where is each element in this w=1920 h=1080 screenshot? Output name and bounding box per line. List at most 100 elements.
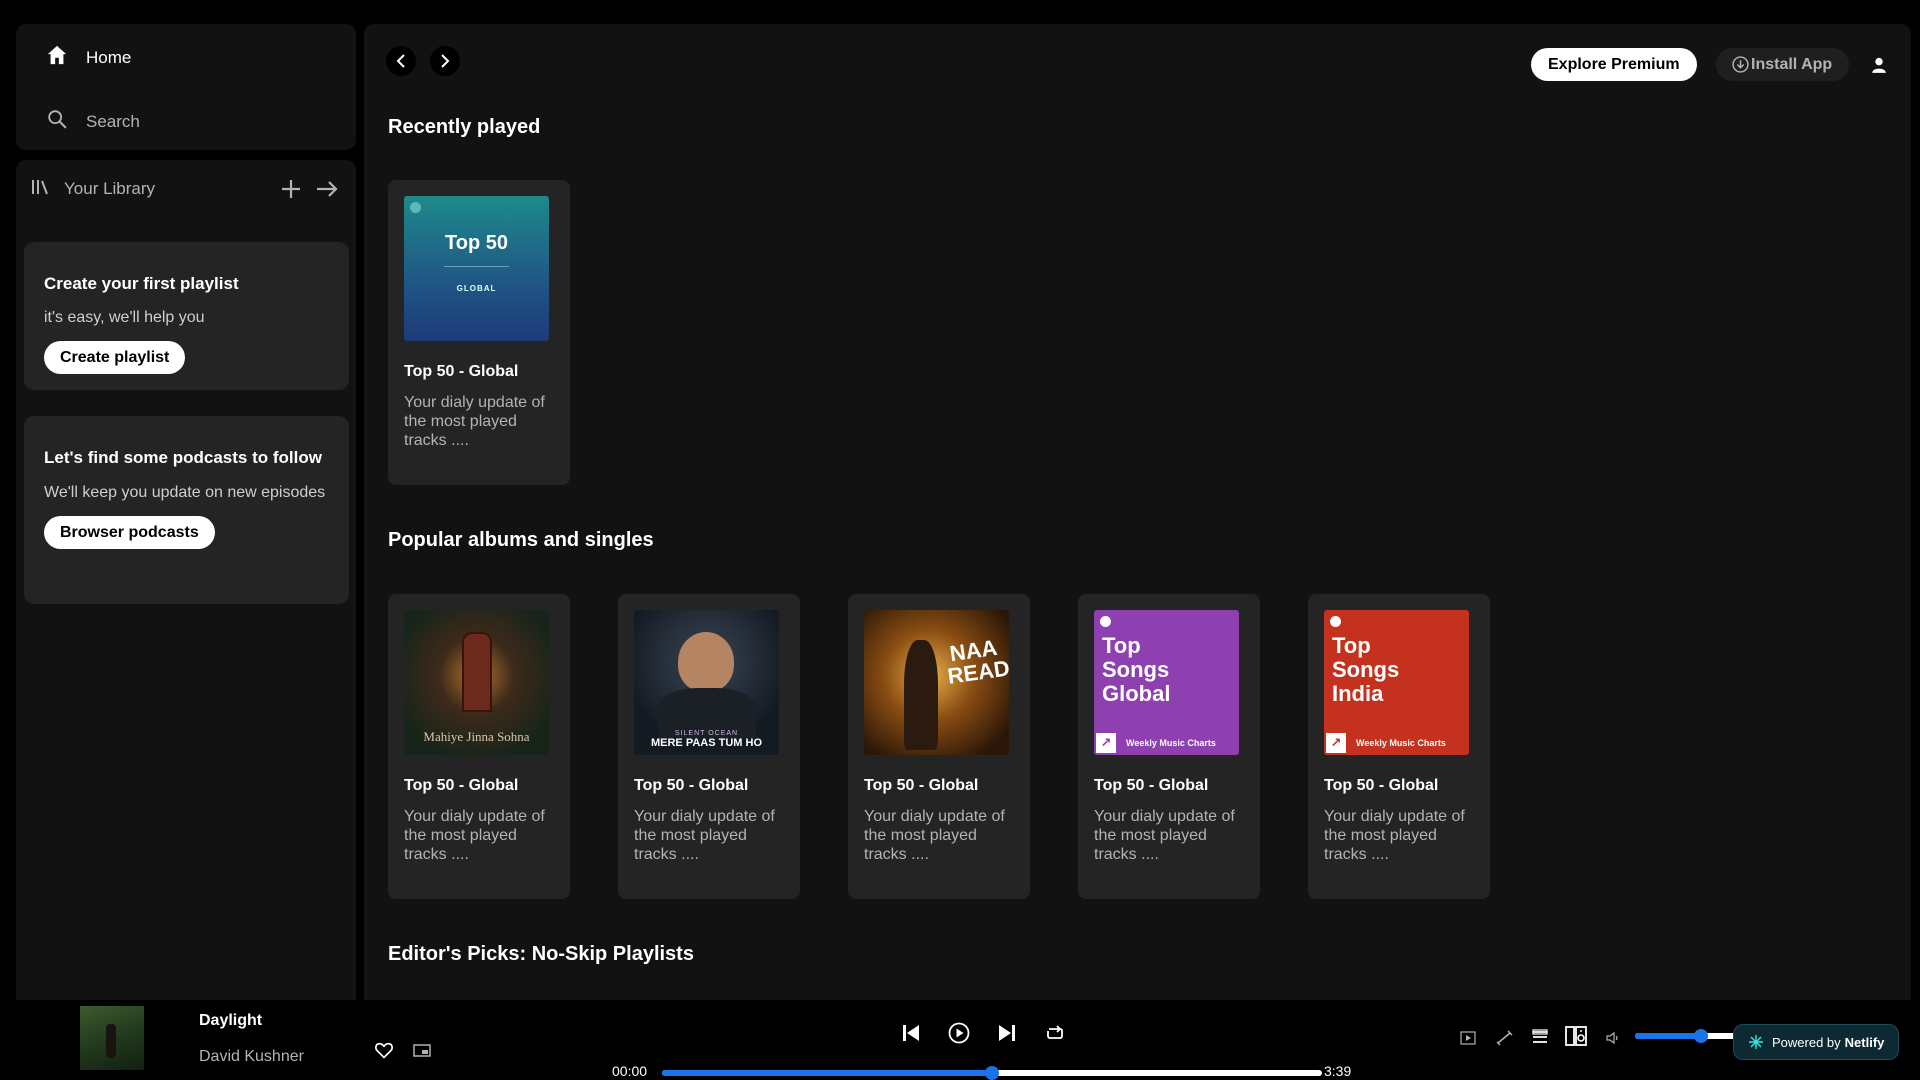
- card-description: Your dialy update of the most played tra…: [634, 808, 775, 863]
- figure-art: [904, 640, 938, 750]
- cover-subtitle: GLOBAL: [456, 284, 497, 293]
- install-app-label: Install App: [1751, 56, 1833, 73]
- album-cover: SILENT OCEAN MERE PAAS TUM HO: [634, 610, 779, 755]
- create-playlist-title: Create your first playlist: [44, 274, 239, 293]
- library-header: Your Library: [30, 174, 348, 204]
- card-description: Your dialy update of the most played tra…: [864, 808, 1005, 863]
- section-editors-picks: Editor's Picks: No-Skip Playlists: [388, 943, 694, 965]
- create-playlist-button[interactable]: Create playlist: [44, 341, 186, 374]
- volume-handle[interactable]: [1694, 1029, 1708, 1043]
- progress-handle[interactable]: [985, 1066, 999, 1080]
- explore-premium-button[interactable]: Explore Premium: [1531, 48, 1697, 81]
- netlify-logo-icon: [1749, 1035, 1763, 1049]
- spotify-logo-icon: [410, 202, 421, 213]
- cover-text: MERE PAAS TUM HO: [650, 737, 763, 749]
- chevron-right-icon: [441, 54, 450, 68]
- portrait-art: [678, 632, 734, 692]
- card-title: Top 50 - Global: [1324, 777, 1439, 794]
- queue-icon[interactable]: [1526, 1024, 1554, 1050]
- next-icon[interactable]: [994, 1020, 1020, 1046]
- album-card[interactable]: Mahiye Jinna Sohna Top 50 - Global Your …: [388, 594, 570, 899]
- album-card[interactable]: Top Songs India ↗ Weekly Music Charts To…: [1308, 594, 1490, 899]
- album-card[interactable]: Top Songs Global ↗ Weekly Music Charts T…: [1078, 594, 1260, 899]
- card-description: Your dialy update of the most played tra…: [1324, 808, 1465, 863]
- cover-title: Top 50: [445, 232, 508, 254]
- now-playing-title[interactable]: Daylight: [199, 1012, 262, 1030]
- album-cover: Mahiye Jinna Sohna: [404, 610, 549, 755]
- cover-subtitle: Weekly Music Charts: [1356, 738, 1446, 748]
- card-title: Top 50 - Global: [634, 777, 749, 794]
- repeat-icon[interactable]: [1042, 1020, 1068, 1046]
- browse-podcasts-button[interactable]: Browser podcasts: [44, 516, 215, 549]
- picture-in-picture-icon[interactable]: [410, 1039, 434, 1061]
- netlify-badge-brand: Netlify: [1844, 1034, 1885, 1050]
- card-title: Top 50 - Global: [1094, 777, 1209, 794]
- recent-card[interactable]: Top 50 GLOBAL Top 50 - Global Your dialy…: [388, 180, 570, 485]
- link-icon[interactable]: [1491, 1026, 1517, 1050]
- now-playing-cover[interactable]: [80, 1006, 144, 1070]
- cover-text: Top Songs India: [1332, 633, 1400, 706]
- plus-icon[interactable]: [278, 174, 304, 209]
- heart-icon[interactable]: [372, 1038, 396, 1062]
- podcasts-text: We'll keep you update on new episodes: [44, 484, 326, 501]
- section-popular-albums: Popular albums and singles: [388, 529, 654, 551]
- elapsed-time: 00:00: [612, 1063, 648, 1079]
- album-card[interactable]: NAA READY Top 50 - Global Your dialy upd…: [848, 594, 1030, 899]
- user-button[interactable]: [1864, 50, 1894, 80]
- netlify-badge[interactable]: Powered by Netlify: [1733, 1024, 1900, 1060]
- section-recently-played: Recently played: [388, 116, 541, 138]
- devices-icon[interactable]: [1562, 1022, 1590, 1050]
- search-icon: [46, 108, 68, 135]
- user-icon: [1872, 57, 1886, 73]
- nav-home-label: Home: [86, 47, 132, 67]
- cover-figure-art: [106, 1024, 116, 1058]
- create-playlist-card: Create your first playlist it's easy, we…: [24, 242, 349, 390]
- main-content: Explore Premium Install App Recently pla…: [364, 24, 1911, 1000]
- chart-arrow-icon: ↗: [1326, 733, 1346, 753]
- nav-home[interactable]: Home: [46, 44, 131, 71]
- cover-text: NAA READY: [946, 634, 1009, 689]
- netlify-badge-prefix: Powered by: [1772, 1034, 1841, 1050]
- install-app-button[interactable]: Install App: [1716, 48, 1850, 81]
- arrow-right-icon[interactable]: [314, 174, 340, 209]
- album-card[interactable]: SILENT OCEAN MERE PAAS TUM HO Top 50 - G…: [618, 594, 800, 899]
- podcasts-card: Let's find some podcasts to follow We'll…: [24, 416, 349, 604]
- forward-button[interactable]: [430, 46, 460, 76]
- phone-booth-art: [462, 632, 492, 712]
- album-cover: Top 50 GLOBAL: [404, 196, 549, 341]
- lyrics-icon[interactable]: [1455, 1026, 1481, 1050]
- cover-footer: ↗ Weekly Music Charts: [1324, 731, 1469, 755]
- previous-icon[interactable]: [898, 1020, 924, 1046]
- card-title: Top 50 - Global: [404, 777, 519, 794]
- now-playing-artist[interactable]: David Kushner: [199, 1048, 304, 1066]
- nav-search[interactable]: Search: [46, 108, 140, 135]
- volume-icon[interactable]: [1600, 1026, 1626, 1050]
- library-icon[interactable]: [30, 177, 50, 202]
- library-label[interactable]: Your Library: [64, 179, 155, 199]
- podcasts-title: Let's find some podcasts to follow: [44, 448, 322, 467]
- progress-fill: [662, 1070, 992, 1076]
- library-panel: Your Library Create your first playlist …: [16, 160, 356, 1000]
- card-description: Your dialy update of the most played tra…: [1094, 808, 1235, 863]
- play-icon[interactable]: [946, 1020, 972, 1046]
- card-description: Your dialy update of the most played tra…: [404, 394, 545, 449]
- album-cover: NAA READY: [864, 610, 1009, 755]
- album-cover: Top Songs India ↗ Weekly Music Charts: [1324, 610, 1469, 755]
- cover-footer: ↗ Weekly Music Charts: [1094, 731, 1239, 755]
- cover-text: Top Songs Global: [1102, 633, 1171, 706]
- player-bar: Daylight David Kushner: [0, 1000, 1920, 1080]
- back-button[interactable]: [386, 46, 416, 76]
- cover-subtitle: Weekly Music Charts: [1126, 738, 1216, 748]
- download-icon: [1732, 56, 1749, 73]
- sidebar-nav: Home Search: [16, 24, 356, 150]
- spotify-logo-icon: [1100, 616, 1111, 627]
- spotify-logo-icon: [1330, 616, 1341, 627]
- cover-subtitle: SILENT OCEAN: [674, 730, 739, 737]
- chevron-left-icon: [396, 54, 405, 68]
- cover-text: Mahiye Jinna Sohna: [423, 729, 530, 744]
- album-cover: Top Songs Global ↗ Weekly Music Charts: [1094, 610, 1239, 755]
- volume-fill: [1635, 1033, 1701, 1039]
- home-icon: [46, 44, 68, 71]
- chart-arrow-icon: ↗: [1096, 733, 1116, 753]
- duration-time: 3:39: [1324, 1063, 1352, 1079]
